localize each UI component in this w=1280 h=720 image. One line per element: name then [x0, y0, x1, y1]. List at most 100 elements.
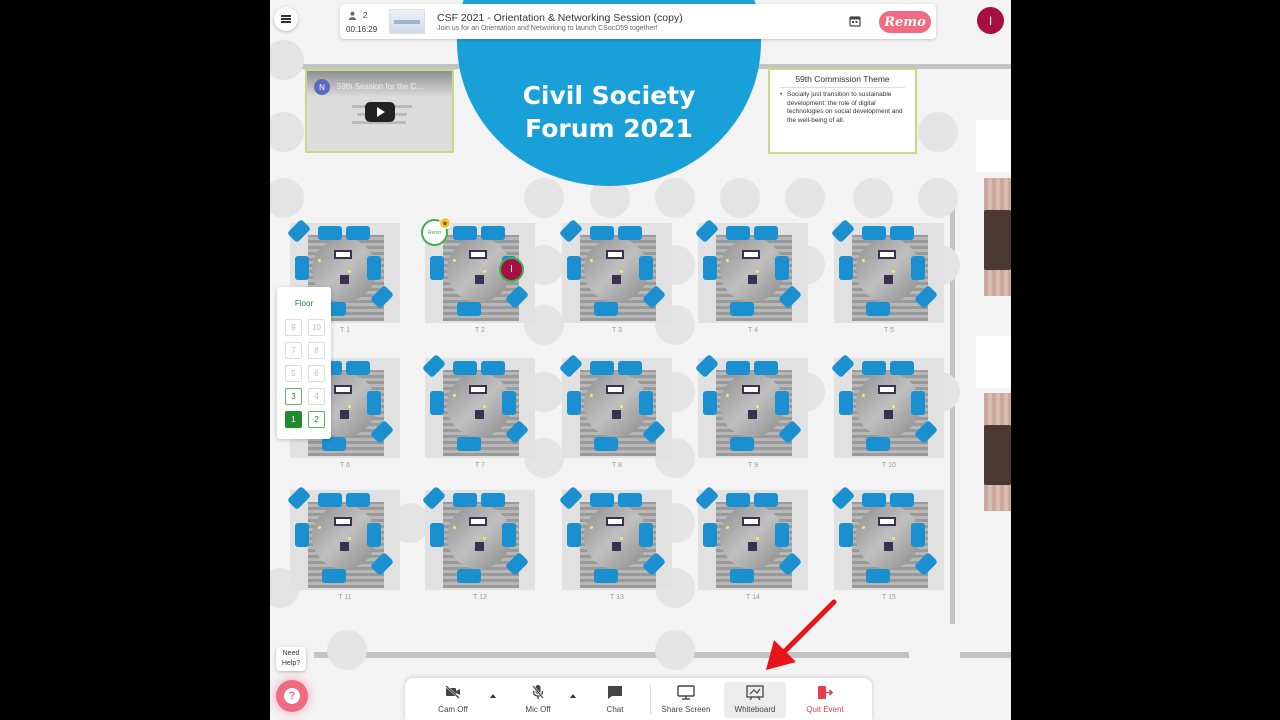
chair [481, 361, 505, 375]
event-subtitle: Join us for an Orientation and Networkin… [437, 25, 658, 32]
table-laptop [475, 275, 484, 284]
floor-button[interactable]: 6 [308, 365, 325, 382]
table-light [318, 526, 321, 529]
calendar-icon[interactable] [845, 11, 865, 31]
chair [457, 302, 481, 316]
table-screen [469, 517, 487, 526]
table-light [726, 526, 729, 529]
chair [866, 437, 890, 451]
floor-button[interactable]: 9 [285, 319, 302, 336]
floor-button[interactable]: 7 [285, 342, 302, 359]
camera-off-icon [445, 682, 461, 702]
table[interactable]: T 12 [421, 485, 535, 606]
person-icon [348, 11, 357, 20]
table-screen [334, 517, 352, 526]
table[interactable]: T 14 [694, 485, 808, 606]
chair [703, 256, 717, 280]
table-label: T 13 [610, 594, 624, 601]
stage-banner-title: Civil Society Forum 2021 [457, 79, 761, 145]
table-light [862, 526, 865, 529]
user-avatar[interactable]: I [977, 7, 1004, 34]
stage-video-player[interactable]: N 59th Session for the C... [305, 69, 454, 153]
chair [775, 523, 789, 547]
table-laptop [612, 275, 621, 284]
chair [754, 493, 778, 507]
chair [346, 493, 370, 507]
decor-circle [918, 178, 958, 218]
decor-circle [270, 112, 304, 152]
table[interactable]: T 7 [421, 353, 535, 474]
table-label: T 7 [475, 462, 485, 469]
floor-button[interactable]: 8 [308, 342, 325, 359]
attendee-count[interactable]: 2 [348, 11, 367, 20]
floor-button[interactable]: 5 [285, 365, 302, 382]
side-room-panel [976, 120, 1011, 172]
menu-button[interactable] [274, 7, 298, 31]
floor-button[interactable]: 2 [308, 411, 325, 428]
video-title: 59th Session for the C... [337, 82, 423, 91]
table[interactable]: T 5 [830, 218, 944, 339]
table-light [483, 270, 486, 273]
theme-title: 59th Commission Theme [795, 74, 890, 84]
chair [839, 391, 853, 415]
table-screen [606, 385, 624, 394]
table-laptop [340, 275, 349, 284]
floor-button[interactable]: 1 [285, 411, 302, 428]
chat-button[interactable]: Chat [591, 682, 639, 718]
chair [457, 437, 481, 451]
table-light [620, 537, 623, 540]
chair [590, 493, 614, 507]
table[interactable]: T 13 [558, 485, 672, 606]
floor-button[interactable]: 10 [308, 319, 325, 336]
chair [911, 523, 925, 547]
table-laptop [748, 275, 757, 284]
table[interactable]: T 15 [830, 485, 944, 606]
chair [430, 391, 444, 415]
chair [322, 569, 346, 583]
whiteboard-button[interactable]: Whiteboard [724, 682, 786, 718]
table-screen [742, 250, 760, 259]
table-laptop [748, 410, 757, 419]
table-light [590, 526, 593, 529]
mic-options-caret[interactable] [570, 694, 576, 698]
chair [703, 523, 717, 547]
chair [754, 226, 778, 240]
decor-circle [655, 630, 695, 670]
table[interactable]: T 3 [558, 218, 672, 339]
mic-off-button[interactable]: Mic Off [513, 682, 563, 718]
table-laptop [475, 410, 484, 419]
floor-button[interactable]: 3 [285, 388, 302, 405]
table-light [892, 270, 895, 273]
annotation-arrow-icon [766, 599, 837, 670]
table-light [348, 270, 351, 273]
hamburger-icon [281, 18, 291, 20]
chair [911, 256, 925, 280]
table-screen [334, 250, 352, 259]
play-icon[interactable] [365, 102, 395, 122]
table[interactable]: T 4 [694, 218, 808, 339]
cam-off-button[interactable]: Cam Off [427, 682, 479, 718]
table[interactable]: T 9 [694, 353, 808, 474]
chair [502, 523, 516, 547]
decor-circle [918, 112, 958, 152]
table-laptop [612, 542, 621, 551]
chair [481, 493, 505, 507]
floor-button[interactable]: 4 [308, 388, 325, 405]
chair [726, 361, 750, 375]
table[interactable]: T 8 [558, 353, 672, 474]
share-screen-button[interactable]: Share Screen [656, 682, 716, 718]
table-light [590, 394, 593, 397]
table-screen [469, 385, 487, 394]
chair [295, 523, 309, 547]
table[interactable]: T 10 [830, 353, 944, 474]
quit-event-button[interactable]: Quit Event [797, 682, 853, 718]
chair [911, 391, 925, 415]
side-room-panel [976, 336, 1011, 388]
table[interactable]: T 11 [286, 485, 400, 606]
cam-options-caret[interactable] [490, 694, 496, 698]
table-light [892, 537, 895, 540]
guest-avatar[interactable]: I [499, 257, 524, 282]
table-label: T 15 [882, 594, 896, 601]
help-button[interactable]: ? [276, 680, 308, 712]
table-light [348, 537, 351, 540]
